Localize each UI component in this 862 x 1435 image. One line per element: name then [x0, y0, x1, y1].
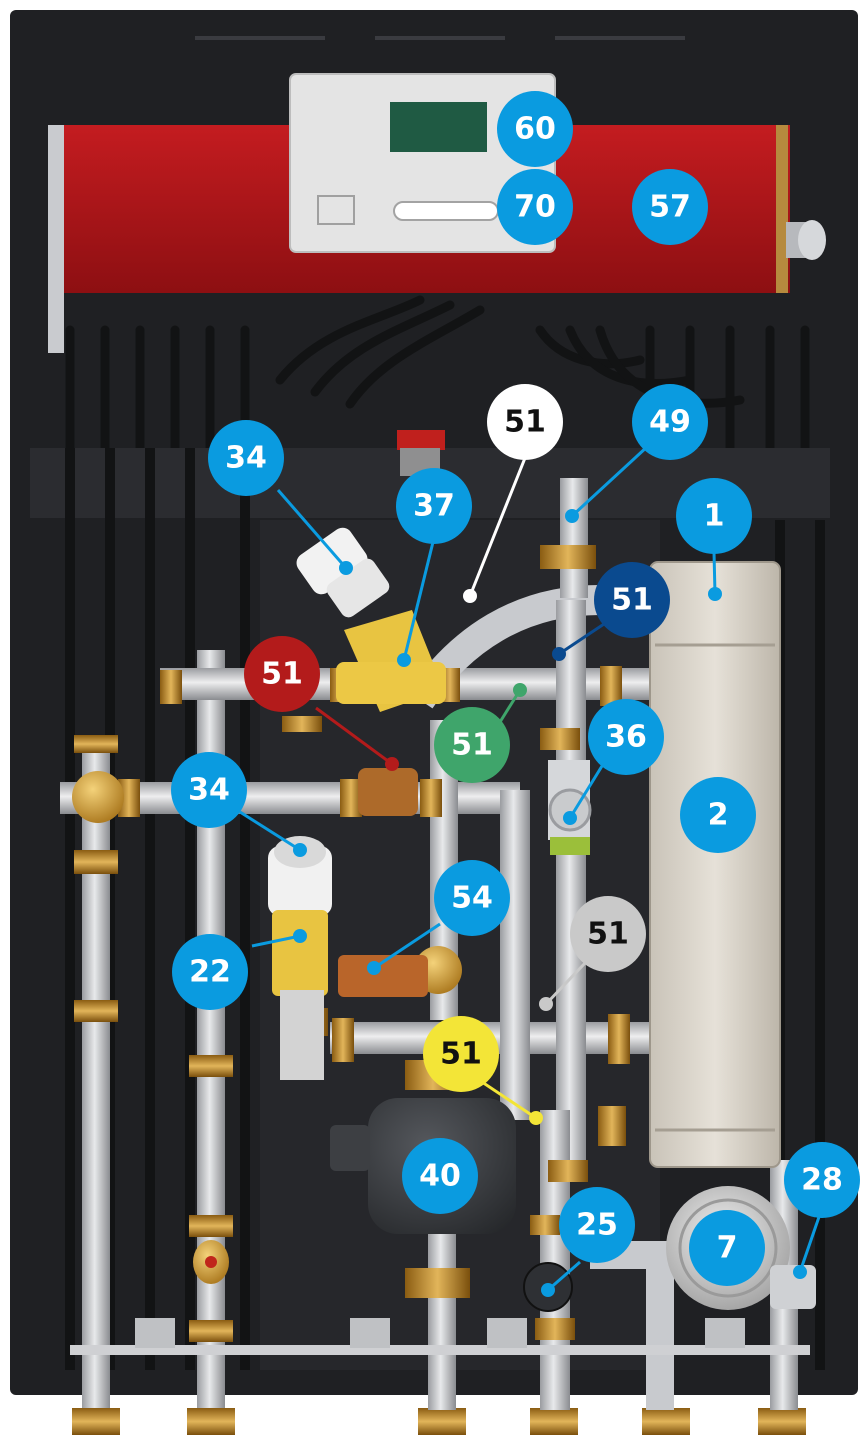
callout-51-yellow: 51 — [423, 1016, 499, 1092]
svg-text:28: 28 — [801, 1163, 843, 1198]
svg-text:7: 7 — [717, 1231, 738, 1266]
svg-text:37: 37 — [413, 489, 455, 524]
callout-49: 49 — [632, 384, 708, 460]
svg-text:34: 34 — [188, 773, 230, 808]
svg-text:60: 60 — [514, 112, 556, 147]
svg-text:34: 34 — [225, 441, 267, 476]
callout-28: 28 — [784, 1142, 860, 1218]
svg-text:51: 51 — [261, 657, 303, 692]
callout-60: 60 — [497, 91, 573, 167]
callout-7: 7 — [689, 1210, 765, 1286]
callout-25: 25 — [559, 1187, 635, 1263]
svg-text:51: 51 — [451, 728, 493, 763]
pump-pipe — [428, 1220, 456, 1410]
controller-display — [390, 102, 487, 152]
svg-text:57: 57 — [649, 190, 691, 225]
controller-button — [393, 201, 499, 221]
inlet-pipe-right — [556, 600, 586, 1160]
left-bracket — [48, 125, 64, 353]
callout-51-grey: 51 — [570, 896, 646, 972]
hydraulic-unit-diagram: 60 70 57 51 49 34 37 1 51 51 51 36 34 2 … — [0, 0, 862, 1435]
return-pipe-vertical — [500, 790, 530, 1120]
callout-40: 40 — [402, 1138, 478, 1214]
svg-text:51: 51 — [504, 405, 546, 440]
left-ball-valve — [193, 1240, 229, 1284]
callout-57: 57 — [632, 169, 708, 245]
callout-22: 22 — [172, 934, 248, 1010]
callout-36: 36 — [588, 699, 664, 775]
top-inlet-pipe — [560, 478, 588, 598]
right-side-valve — [786, 220, 826, 260]
lower-right-pipe — [540, 1110, 570, 1410]
svg-text:51: 51 — [440, 1037, 482, 1072]
callout-2: 2 — [680, 777, 756, 853]
callout-34-mid: 34 — [171, 752, 247, 828]
svg-text:51: 51 — [587, 917, 629, 952]
svg-text:49: 49 — [649, 405, 691, 440]
callout-37: 37 — [396, 468, 472, 544]
callout-54: 54 — [434, 860, 510, 936]
svg-text:51: 51 — [611, 583, 653, 618]
callout-51-white: 51 — [487, 384, 563, 460]
svg-text:22: 22 — [189, 955, 231, 990]
callout-51-red: 51 — [244, 636, 320, 712]
svg-text:70: 70 — [514, 190, 556, 225]
callout-34-top: 34 — [208, 420, 284, 496]
right-bracket — [776, 125, 788, 293]
svg-text:36: 36 — [605, 720, 647, 755]
heat-exchanger — [649, 561, 781, 1168]
callout-51-green: 51 — [434, 707, 510, 783]
callout-70: 70 — [497, 169, 573, 245]
svg-text:54: 54 — [451, 881, 493, 916]
middle-valve-body — [358, 768, 418, 816]
sensor-36 — [548, 760, 592, 855]
callout-1: 1 — [676, 478, 752, 554]
left-pipe-1 — [82, 740, 110, 1410]
svg-text:2: 2 — [708, 798, 729, 833]
svg-text:40: 40 — [419, 1159, 461, 1194]
svg-text:25: 25 — [576, 1208, 618, 1243]
callout-51-navy: 51 — [594, 562, 670, 638]
svg-text:1: 1 — [704, 499, 725, 534]
